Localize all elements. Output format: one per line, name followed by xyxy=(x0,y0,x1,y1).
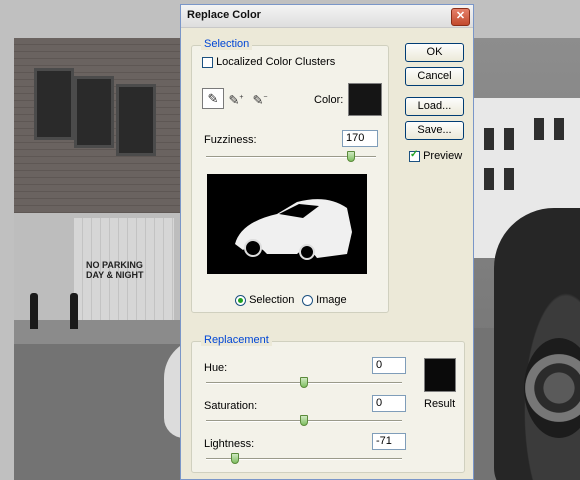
lightness-input[interactable]: -71 xyxy=(372,433,406,450)
localized-clusters-checkbox[interactable] xyxy=(202,56,213,68)
lightness-label: Lightness: xyxy=(204,438,255,450)
sign-line-1: NO PARKING xyxy=(86,260,143,270)
window xyxy=(116,84,156,156)
saturation-label: Saturation: xyxy=(204,400,258,412)
lightness-slider-thumb[interactable] xyxy=(231,453,240,464)
result-color-swatch[interactable] xyxy=(424,358,456,392)
radio-selection[interactable] xyxy=(235,294,246,306)
window xyxy=(534,118,544,140)
dialog-title: Replace Color xyxy=(187,9,261,21)
preview-option[interactable]: Preview xyxy=(409,149,463,162)
window xyxy=(504,128,514,150)
car-mask-image xyxy=(235,199,352,260)
selection-preview xyxy=(207,174,367,274)
close-icon[interactable]: ✕ xyxy=(451,8,470,26)
localized-clusters-option[interactable]: Localized Color Clusters xyxy=(202,56,335,68)
window xyxy=(554,118,564,140)
window xyxy=(484,128,494,150)
fuzziness-input[interactable]: 170 xyxy=(342,130,378,147)
result-label: Result xyxy=(424,398,456,410)
selection-legend: Selection xyxy=(201,38,253,50)
window xyxy=(74,76,114,148)
eyedropper-icon[interactable]: ✎ xyxy=(202,88,224,109)
title-bar[interactable]: Replace Color ✕ xyxy=(181,5,473,28)
window xyxy=(504,168,514,190)
radio-selection-label: Selection xyxy=(249,294,295,306)
garage-sign: NO PARKING DAY & NIGHT xyxy=(86,260,144,280)
replace-color-dialog: Replace Color ✕ Selection Localized Colo… xyxy=(180,4,474,480)
window xyxy=(34,68,74,140)
saturation-slider-thumb[interactable] xyxy=(300,415,308,426)
ok-button[interactable]: OK xyxy=(405,43,464,62)
radio-image-option[interactable]: Image xyxy=(302,294,347,306)
window xyxy=(484,168,494,190)
preview-checkbox[interactable] xyxy=(409,149,420,162)
color-label: Color: xyxy=(314,94,344,106)
radio-image[interactable] xyxy=(302,294,313,306)
saturation-input[interactable]: 0 xyxy=(372,395,406,412)
preview-label: Preview xyxy=(423,150,463,162)
cancel-button[interactable]: Cancel xyxy=(405,67,464,86)
fuzziness-slider-thumb[interactable] xyxy=(346,151,355,162)
bollard xyxy=(70,293,78,329)
hue-input[interactable]: 0 xyxy=(372,357,406,374)
replacement-legend: Replacement xyxy=(201,334,272,346)
hue-slider-thumb[interactable] xyxy=(300,377,308,388)
bollard xyxy=(30,293,38,329)
load-button[interactable]: Load... xyxy=(405,97,464,116)
fuzziness-label: Fuzziness: xyxy=(204,134,257,146)
localized-clusters-label: Localized Color Clusters xyxy=(216,56,336,68)
sign-line-2: DAY & NIGHT xyxy=(86,270,144,280)
save-button[interactable]: Save... xyxy=(405,121,464,140)
eyedropper-plus-icon[interactable]: ✎+ xyxy=(226,88,246,107)
radio-image-label: Image xyxy=(316,294,347,306)
eyedropper-minus-icon[interactable]: ✎− xyxy=(250,88,270,107)
replacement-group: Replacement Hue: 0 Saturation: 0 Lightne… xyxy=(191,334,465,473)
hue-label: Hue: xyxy=(204,362,228,374)
selection-group: Selection Localized Color Clusters ✎ ✎+ … xyxy=(191,38,389,313)
selection-color-swatch[interactable] xyxy=(348,83,382,116)
radio-selection-option[interactable]: Selection xyxy=(235,294,294,306)
